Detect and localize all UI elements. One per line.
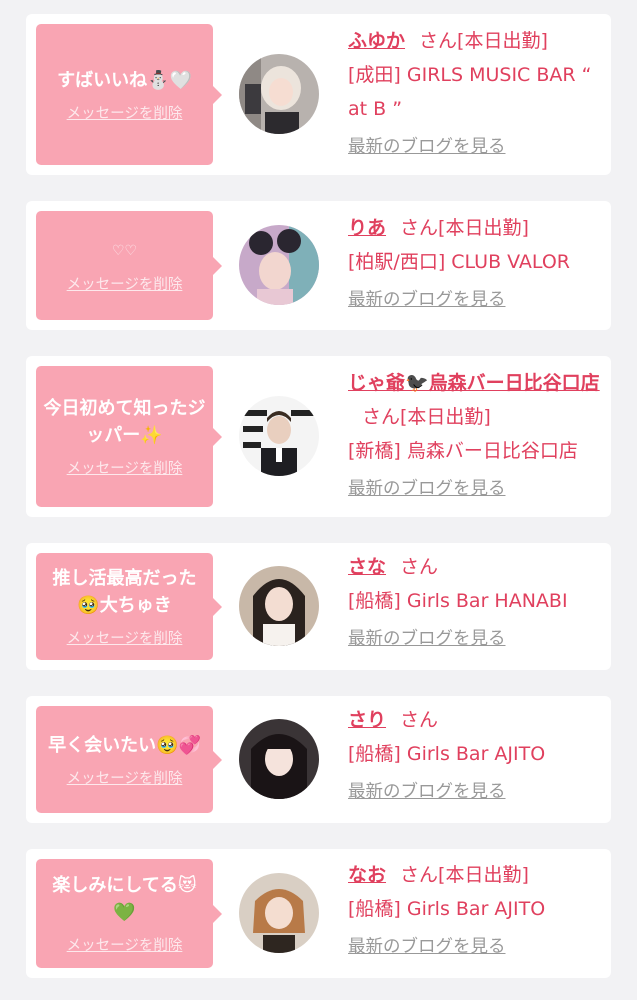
shop-name: [成田] GIRLS MUSIC BAR “ at B ” [348,64,592,120]
honorific: さん [400,556,439,578]
message-text: 推し活最高だった🥹大ちゅき [52,568,197,616]
message-card: ♡♡ メッセージを削除 りあ さん[本日出勤] [柏駅/西口] CLUB VALO… [26,201,611,330]
cast-name-link[interactable]: さな [348,556,386,578]
avatar[interactable] [239,719,319,799]
message-bubble: 推し活最高だった🥹大ちゅき メッセージを削除 [36,553,222,660]
honorific: さん [400,217,439,239]
shop-name: [船橋] Girls Bar AJITO [348,898,546,920]
message-card: 楽しみにしてる😻💚 メッセージを削除 なお さん[本日出勤] [船橋] Girls… [26,849,611,978]
latest-blog-link[interactable]: 最新のブログを見る [348,775,506,809]
honorific: さん [400,864,439,886]
avatar[interactable] [239,54,319,134]
delete-message-link[interactable]: メッセージを削除 [67,627,183,648]
message-text: 早く会いたい🥹💞 [48,734,201,756]
message-text: 楽しみにしてる😻💚 [52,875,197,923]
message-card: 今日初めて知ったジッパー✨ メッセージを削除 じゃ爺🐦‍⬛烏森バー日比谷口店さん… [26,356,611,517]
shop-name: [船橋] Girls Bar AJITO [348,743,546,765]
attendance-status: [本日出勤] [400,406,491,428]
cast-name-link[interactable]: りあ [348,217,386,239]
latest-blog-link[interactable]: 最新のブログを見る [348,283,506,317]
latest-blog-link[interactable]: 最新のブログを見る [348,472,506,506]
cast-info: さな さん [船橋] Girls Bar HANABI 最新のブログを見る [348,550,606,656]
message-bubble: すばいいね⛄🤍 メッセージを削除 [36,24,222,165]
avatar[interactable] [239,225,319,305]
attendance-status: [本日出勤] [438,217,529,239]
cast-info: りあ さん[本日出勤] [柏駅/西口] CLUB VALOR 最新のブログを見る [348,211,606,317]
message-text: すばいいね⛄🤍 [57,69,192,91]
message-bubble: 今日初めて知ったジッパー✨ メッセージを削除 [36,366,222,507]
attendance-status: [本日出勤] [438,864,529,886]
message-card: 推し活最高だった🥹大ちゅき メッセージを削除 さな さん [船橋] Girls B… [26,543,611,670]
delete-message-link[interactable]: メッセージを削除 [67,457,183,478]
cast-name-link[interactable]: じゃ爺🐦‍⬛烏森バー日比谷口店 [348,372,600,394]
cast-name-link[interactable]: さり [348,709,386,731]
latest-blog-link[interactable]: 最新のブログを見る [348,622,506,656]
honorific: さん [400,709,439,731]
shop-name: [船橋] Girls Bar HANABI [348,590,568,612]
message-card: すばいいね⛄🤍 メッセージを削除 ふゆか さん[本日出勤] [成田] GIRLS … [26,14,611,175]
message-text: 今日初めて知ったジッパー✨ [43,398,206,446]
avatar[interactable] [239,566,319,646]
honorific: さん [419,30,458,52]
cast-info: じゃ爺🐦‍⬛烏森バー日比谷口店さん[本日出勤] [新橋] 烏森バー日比谷口店 最… [348,366,606,506]
delete-message-link[interactable]: メッセージを削除 [67,934,183,955]
cast-name-link[interactable]: ふゆか [348,30,405,52]
avatar[interactable] [239,396,319,476]
cast-info: さり さん [船橋] Girls Bar AJITO 最新のブログを見る [348,703,606,809]
cast-info: ふゆか さん[本日出勤] [成田] GIRLS MUSIC BAR “ at B … [348,24,606,164]
message-bubble: 楽しみにしてる😻💚 メッセージを削除 [36,859,222,968]
delete-message-link[interactable]: メッセージを削除 [67,102,183,123]
shop-name: [新橋] 烏森バー日比谷口店 [348,440,578,462]
avatar[interactable] [239,873,319,953]
message-text: ♡♡ [111,242,138,259]
message-bubble: ♡♡ メッセージを削除 [36,211,222,320]
latest-blog-link[interactable]: 最新のブログを見る [348,930,506,964]
cast-info: なお さん[本日出勤] [船橋] Girls Bar AJITO 最新のブログを見… [348,858,606,964]
message-card: 早く会いたい🥹💞 メッセージを削除 さり さん [船橋] Girls Bar AJ… [26,696,611,823]
cast-name-link[interactable]: なお [348,864,386,886]
honorific: さん [362,406,401,428]
message-bubble: 早く会いたい🥹💞 メッセージを削除 [36,706,222,813]
latest-blog-link[interactable]: 最新のブログを見る [348,130,506,164]
attendance-status: [本日出勤] [457,30,548,52]
delete-message-link[interactable]: メッセージを削除 [67,273,183,294]
shop-name: [柏駅/西口] CLUB VALOR [348,251,570,273]
delete-message-link[interactable]: メッセージを削除 [67,767,183,788]
